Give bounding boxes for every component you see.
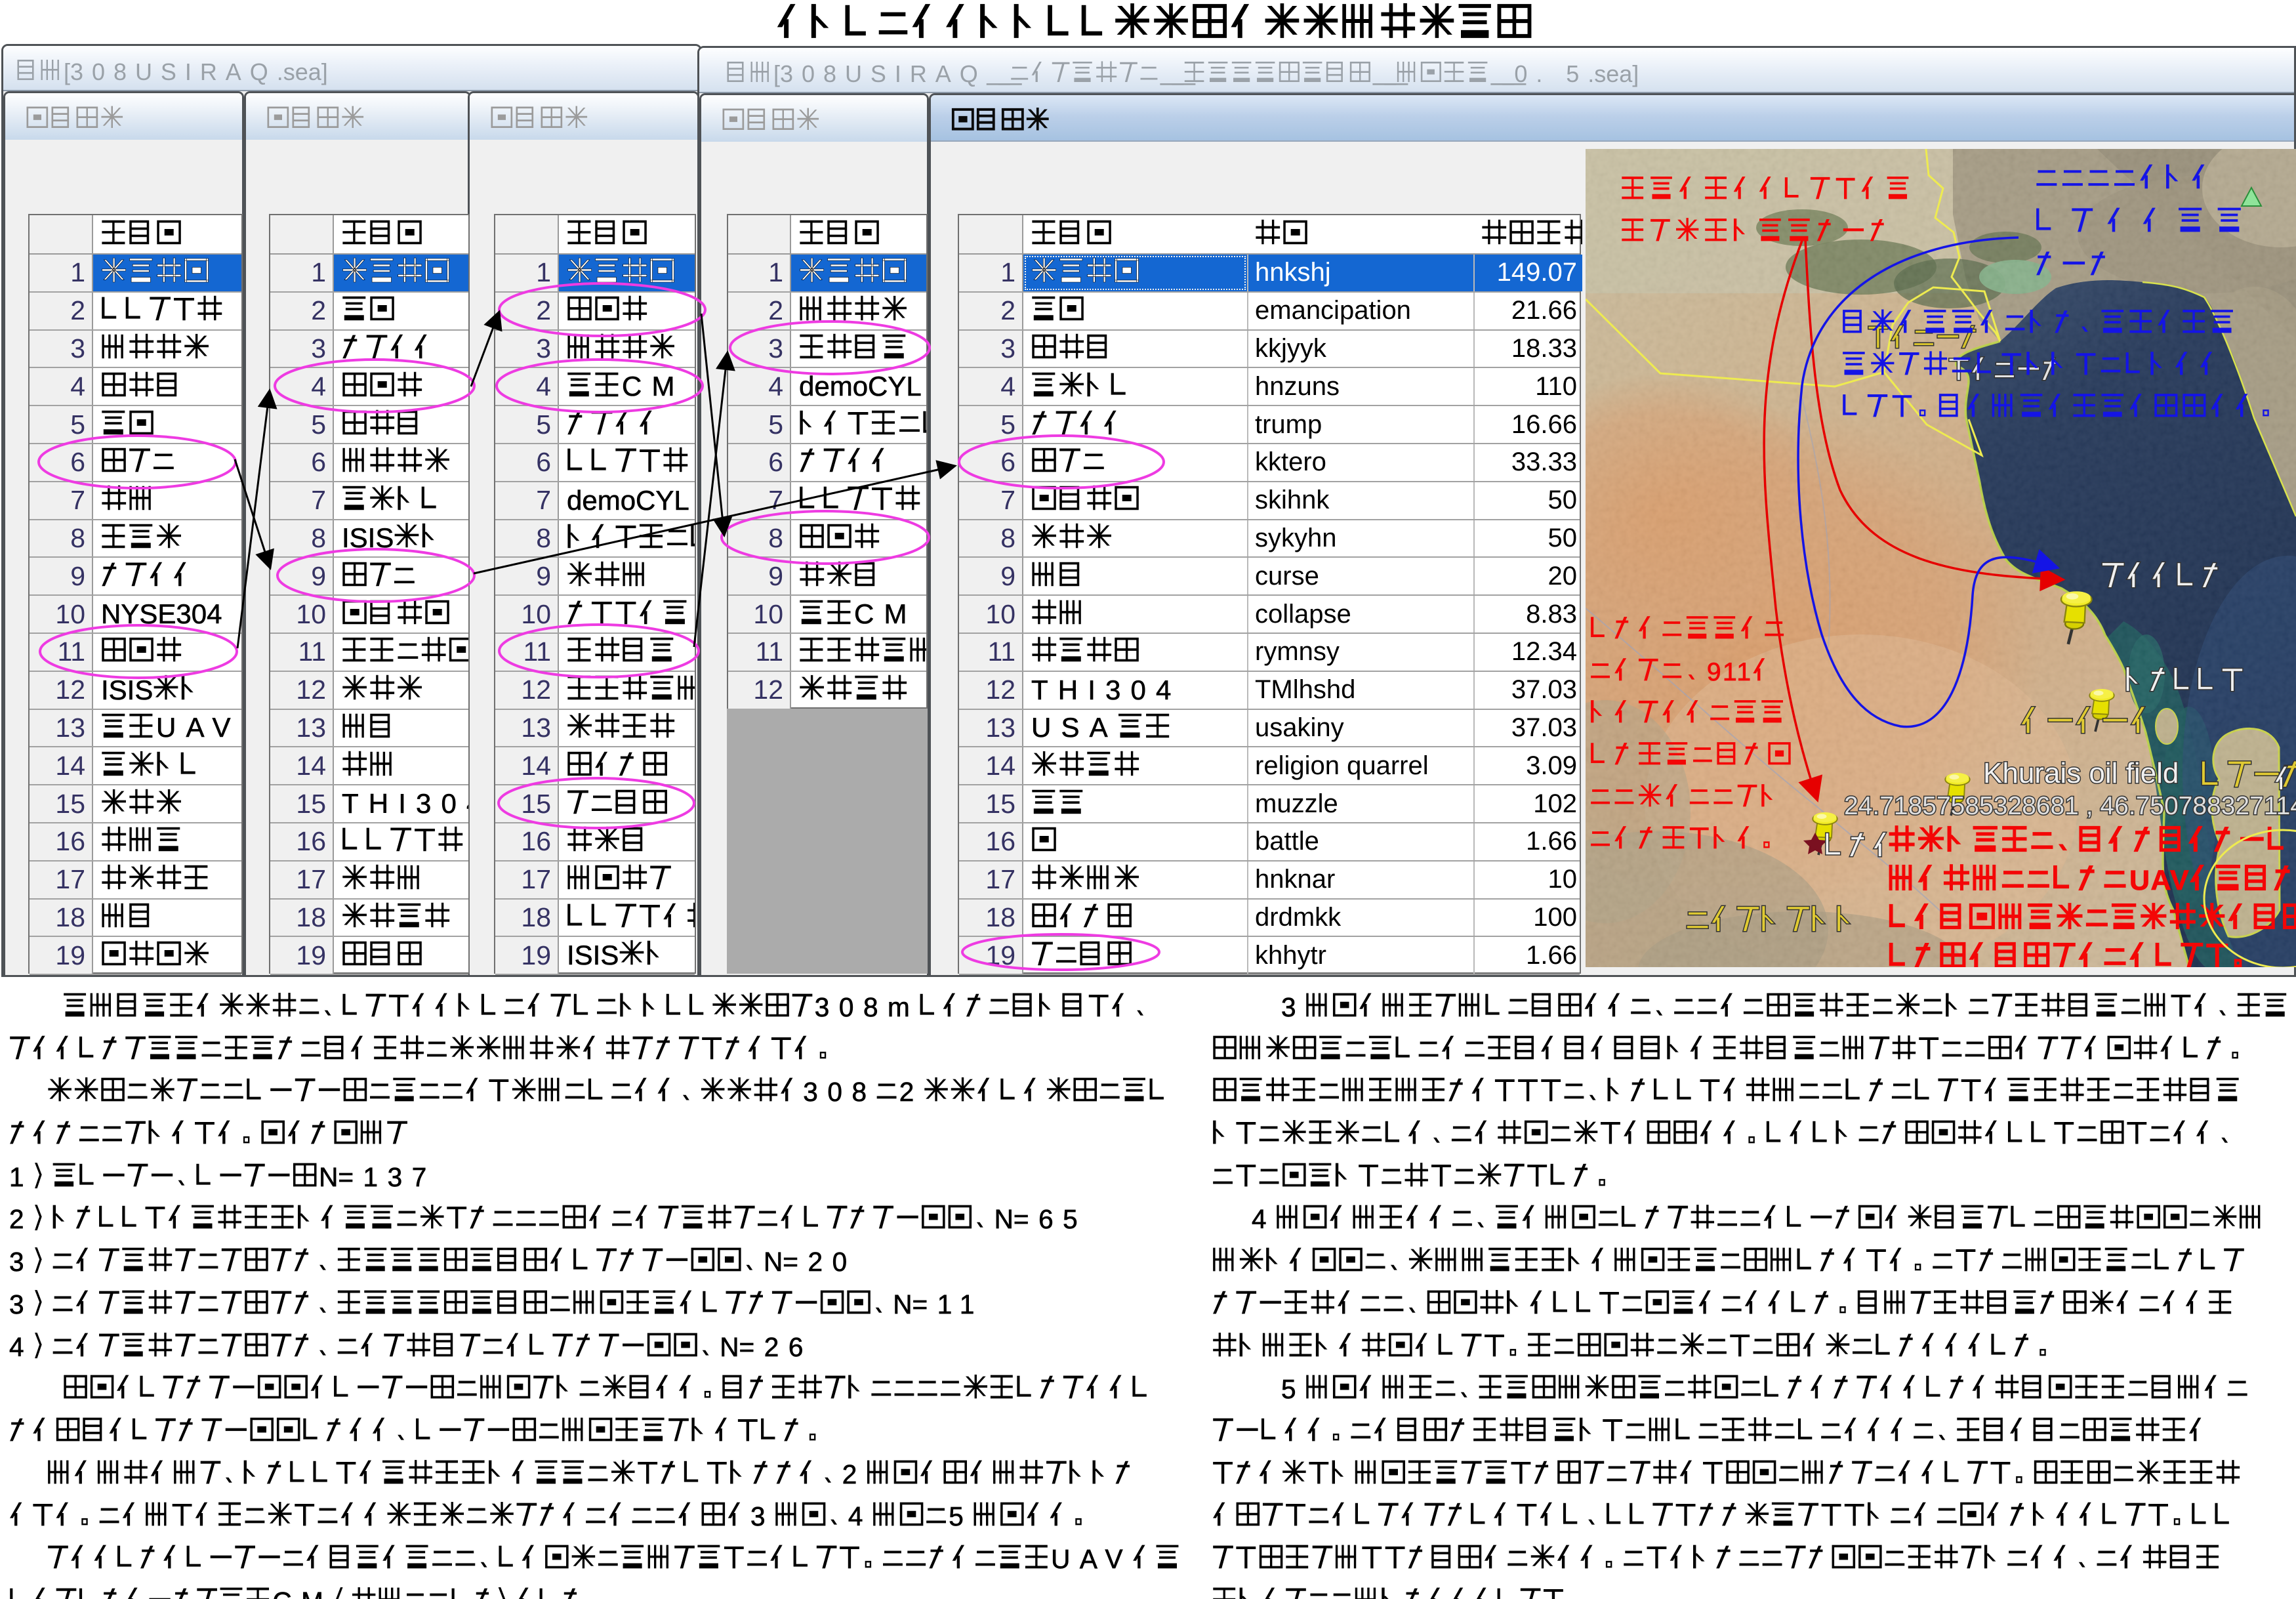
svg-text:リヤドを攻撃する: リヤドを攻撃する <box>1590 616 1788 644</box>
svg-text:しょう。古い時代の軍事の常識です。: しょう。古い時代の軍事の常識です。 <box>1842 394 2282 423</box>
svg-text:アブカイク: アブカイク <box>2125 666 2245 697</box>
svg-text:サウジアラビア: サウジアラビア <box>1686 905 1862 938</box>
svg-text:スの赤外線画像を衛星写真で公表: スの赤外線画像を衛星写真で公表 <box>1889 903 2296 935</box>
svg-text:した軍産と同じ過: した軍産と同じ過 <box>1590 742 1795 770</box>
svg-text:やるはずのない: やるはずのない <box>2036 163 2217 194</box>
svg-text:ジュバイル: ジュバイル <box>2101 562 2226 594</box>
svg-text:24.71857585328681 , 46.7507883: 24.71857585328681 , 46.75078832711453 <box>1844 792 2296 820</box>
svg-text:ド: ド <box>2274 766 2296 795</box>
svg-text:軍産の動かすイラクの米: 軍産の動かすイラクの米 <box>1621 177 1916 205</box>
svg-text:ちを犯すことにな: ちを犯すことにな <box>1590 783 1785 812</box>
svg-text:衛星に写るようなへまはしないで: 衛星に写るようなへまはしないで <box>1842 351 2224 381</box>
svg-text:リヤド: リヤド <box>1825 831 1897 862</box>
svg-text:軍に可能な攻撃ルート: 軍に可能な攻撃ルート <box>1621 218 1895 247</box>
svg-text:上の巡航ミサイルとUAVの燃焼ガ: 上の巡航ミサイルとUAVの燃焼ガ <box>1889 864 2296 896</box>
svg-text:して嘘の証拠にするでしょう。: して嘘の証拠にするでしょう。 <box>1889 942 2254 967</box>
svg-text:ペンタゴンを攻撃: ペンタゴンを攻撃 <box>1590 700 1788 728</box>
svg-text:Khurais oil field: Khurais oil field <box>1983 757 2179 789</box>
svg-text:イ ラ ン の 攻 撃: イ ラ ン の 攻 撃 <box>2036 207 2247 238</box>
svg-text:卑怯な米軍は、後から赤いコース: 卑怯な米軍は、後から赤いコース <box>1889 825 2293 858</box>
svg-text:るかも知れない。: るかも知れない。 <box>1590 826 1782 854</box>
svg-text:バーレーン: バーレーン <box>2020 705 2156 739</box>
svg-text:ルート: ルート <box>2036 250 2116 281</box>
svg-text:本気で攻撃するなら、米国の軍事: 本気で攻撃するなら、米国の軍事 <box>1842 309 2238 339</box>
svg-text:サウジは、911で: サウジは、911で <box>1590 658 1776 686</box>
